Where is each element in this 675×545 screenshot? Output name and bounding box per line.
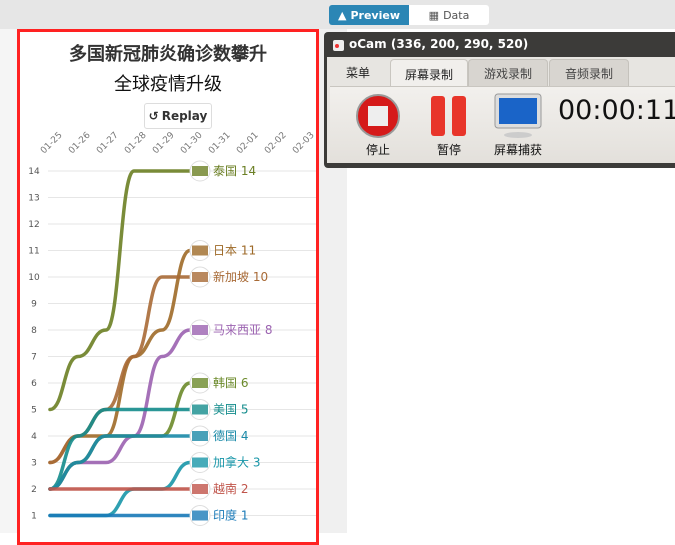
ocam-tab-screen-record[interactable]: 屏幕录制 bbox=[390, 59, 468, 88]
flag-icon bbox=[192, 404, 208, 415]
series-end-label: 加拿大 3 bbox=[213, 455, 260, 470]
pause-button[interactable]: 暂停 bbox=[414, 93, 484, 157]
view-tabs: ▲ Preview ▦ Data bbox=[329, 5, 489, 25]
series-end-label: 越南 2 bbox=[213, 481, 248, 496]
flag-icon bbox=[192, 325, 208, 335]
series-end-label: 美国 5 bbox=[213, 403, 248, 417]
series-line bbox=[48, 169, 192, 412]
tab-data[interactable]: ▦ Data bbox=[409, 5, 489, 25]
x-tick-label: 01-30 bbox=[179, 130, 205, 156]
ocam-window: oCam (336, 200, 290, 520) 菜单 屏幕录制 游戏录制 音… bbox=[324, 32, 675, 168]
area-chart-icon: ▲ bbox=[338, 8, 347, 22]
left-gutter bbox=[0, 29, 18, 533]
y-tick-label: 3 bbox=[31, 459, 37, 469]
monitor-icon bbox=[494, 93, 542, 138]
series-end-label: 韩国 6 bbox=[213, 375, 248, 390]
y-tick-label: 14 bbox=[28, 167, 40, 177]
y-tick-label: 12 bbox=[28, 220, 39, 230]
y-tick-label: 5 bbox=[31, 406, 37, 416]
flag-icon bbox=[192, 378, 208, 388]
x-tick-label: 01-28 bbox=[123, 130, 149, 156]
y-tick-label: 2 bbox=[31, 485, 37, 495]
x-tick-label: 02-01 bbox=[235, 131, 261, 157]
ocam-tab-menu[interactable]: 菜单 bbox=[327, 59, 389, 85]
x-tick-label: 01-31 bbox=[207, 131, 233, 157]
y-tick-label: 11 bbox=[28, 247, 39, 257]
y-tick-label: 6 bbox=[31, 379, 37, 389]
y-tick-label: 1 bbox=[31, 512, 37, 522]
flag-icon bbox=[192, 510, 208, 521]
x-tick-label: 01-26 bbox=[67, 130, 93, 156]
y-tick-label: 13 bbox=[28, 194, 39, 204]
x-tick-label: 01-25 bbox=[39, 131, 65, 157]
ocam-title: oCam (336, 200, 290, 520) bbox=[349, 37, 529, 51]
flag-icon bbox=[192, 431, 208, 441]
pause-icon bbox=[431, 96, 466, 136]
flag-icon bbox=[192, 166, 208, 176]
series-end-label: 马来西亚 8 bbox=[213, 323, 272, 337]
ocam-tab-audio-record[interactable]: 音频录制 bbox=[549, 59, 629, 87]
recording-timer: 00:00:11 bbox=[558, 95, 675, 126]
x-tick-label: 02-02 bbox=[263, 131, 289, 157]
x-tick-label: 01-29 bbox=[151, 130, 177, 156]
ocam-app-icon bbox=[333, 40, 344, 51]
stop-button[interactable]: 停止 bbox=[343, 93, 413, 157]
ocam-tab-game-record[interactable]: 游戏录制 bbox=[468, 59, 548, 87]
y-tick-label: 4 bbox=[31, 432, 37, 442]
flag-icon bbox=[192, 272, 208, 282]
series-end-label: 日本 11 bbox=[213, 244, 256, 258]
chart-frame: 多国新冠肺炎确诊数攀升 全球疫情升级 ↺ Replay 1 2 3 4 5 6 7 8 9 10 11… bbox=[17, 29, 319, 545]
y-tick-label: 8 bbox=[31, 326, 37, 336]
flag-icon bbox=[192, 484, 208, 494]
flag-icon bbox=[192, 245, 208, 256]
series-end-label: 泰国 14 bbox=[213, 164, 256, 178]
series-end-label: 新加坡 10 bbox=[213, 269, 268, 284]
stop-icon bbox=[356, 94, 400, 138]
table-icon: ▦ bbox=[428, 8, 440, 22]
x-tick-label: 02-03 bbox=[291, 131, 316, 157]
x-tick-label: 01-27 bbox=[95, 131, 121, 157]
y-tick-label: 7 bbox=[31, 353, 37, 363]
y-tick-label: 10 bbox=[28, 273, 40, 283]
flag-icon bbox=[192, 457, 208, 468]
y-tick-label: 9 bbox=[31, 300, 37, 310]
screen-capture-button[interactable]: 屏幕捕获 bbox=[483, 93, 553, 157]
series-end-label: 德国 4 bbox=[213, 428, 248, 443]
bump-chart: 123456789101112131401-25 01-26 01-27 01-28 0… bbox=[28, 130, 316, 526]
series-end-label: 印度 1 bbox=[213, 508, 248, 523]
tab-preview[interactable]: ▲ Preview bbox=[329, 5, 409, 25]
